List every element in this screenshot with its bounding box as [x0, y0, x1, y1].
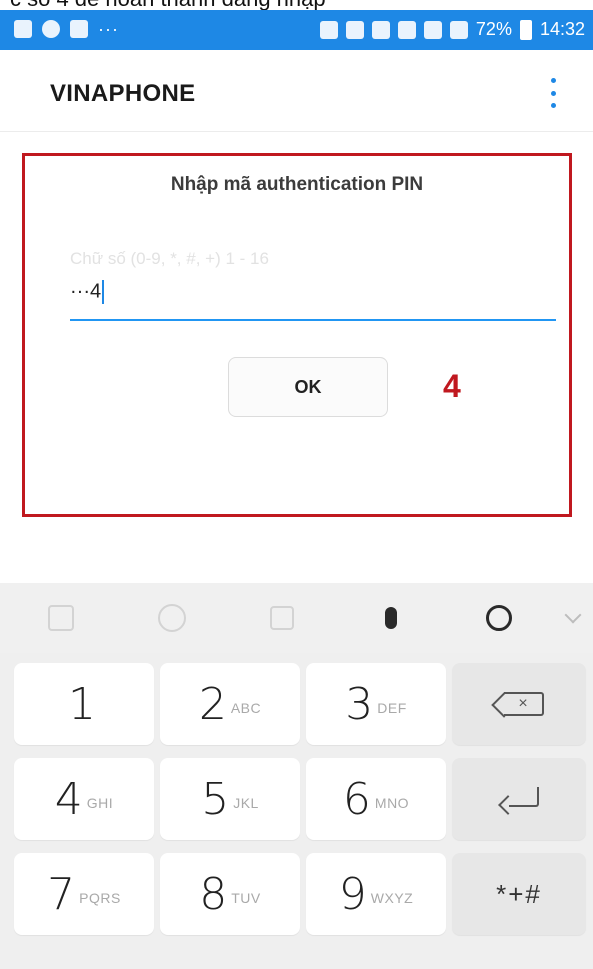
key-letters: DEF — [377, 700, 407, 716]
lock-icon — [319, 20, 338, 39]
caption-strip: c số 4 để hoàn thành đăng nhập — [0, 0, 593, 10]
screen-mirror-icon — [345, 20, 364, 39]
key-letters: MNO — [374, 795, 410, 811]
status-bar-left: ··· — [14, 20, 119, 38]
symbols-key[interactable]: *+# — [452, 853, 586, 935]
more-notifications-icon: ··· — [98, 19, 119, 39]
backspace-key[interactable]: × — [452, 663, 586, 745]
ok-button[interactable]: OK — [228, 357, 388, 417]
telegram-icon — [70, 20, 88, 38]
key-digit: 9 — [338, 868, 367, 920]
key-digit: 2 — [198, 678, 227, 730]
dialog-title: Nhập mã authentication PIN — [170, 174, 424, 195]
more-vert-icon[interactable] — [543, 78, 563, 108]
backspace-icon: × — [504, 692, 544, 716]
key-letters: ABC — [230, 700, 262, 716]
mute-icon — [371, 20, 390, 39]
battery-icon — [519, 19, 532, 40]
key-letters: TUV — [231, 890, 261, 906]
caption-text: c số 4 để hoàn thành đăng nhập — [10, 0, 326, 10]
signal-icon — [449, 20, 468, 39]
key-5[interactable]: 5 JKL — [160, 758, 300, 840]
gif-icon[interactable] — [265, 601, 299, 635]
step-marker: 4 — [443, 368, 461, 404]
key-4[interactable]: 4 GHI — [14, 758, 154, 840]
key-7[interactable]: 7 PQRS — [14, 853, 154, 935]
key-digit: 8 — [199, 868, 228, 920]
key-digit: 1 — [68, 678, 96, 730]
pin-value: ···4 — [70, 280, 102, 303]
key-letters: GHI — [86, 795, 114, 811]
pin-input-underline — [70, 319, 556, 321]
key-letters: PQRS — [79, 890, 121, 906]
microphone-icon[interactable] — [374, 601, 408, 635]
keyboard-toolbar — [0, 583, 593, 653]
key-digit: 3 — [345, 678, 374, 730]
wifi-icon — [423, 20, 442, 39]
clock: 14:32 — [539, 19, 585, 39]
emoji-icon[interactable] — [155, 601, 189, 635]
key-letters: WXYZ — [370, 890, 414, 906]
key-digit: 5 — [201, 773, 230, 825]
key-letters: JKL — [233, 795, 259, 811]
pin-input[interactable]: ···4 — [70, 280, 105, 304]
notification-icon — [14, 20, 32, 38]
key-2[interactable]: 2 ABC — [160, 663, 300, 745]
key-8[interactable]: 8 TUV — [160, 853, 300, 935]
sticker-icon[interactable] — [44, 601, 78, 635]
key-6[interactable]: 6 MNO — [306, 758, 446, 840]
key-9[interactable]: 9 WXYZ — [306, 853, 446, 935]
key-3[interactable]: 3 DEF — [306, 663, 446, 745]
status-bar: ··· 72% 14:32 — [0, 10, 593, 50]
nfc-icon — [397, 20, 416, 39]
enter-key[interactable] — [452, 758, 586, 840]
text-cursor — [102, 280, 105, 304]
key-digit: 4 — [54, 773, 83, 825]
key-1[interactable]: 1 — [14, 663, 154, 745]
status-bar-right: 72% 14:32 — [319, 19, 585, 40]
keyboard: 1 2 ABC 3 DEF × 4 GHI 5 JKL 6 MNO 7 PQRS… — [0, 583, 593, 969]
enter-icon — [499, 787, 539, 811]
key-digit: 6 — [342, 773, 371, 825]
key-digit: 7 — [47, 868, 76, 920]
app-bar: VINAPHONE — [0, 50, 593, 132]
pin-hint: Chữ số (0-9, *, #, +) 1 - 16 — [70, 249, 269, 268]
settings-icon[interactable] — [482, 601, 516, 635]
app-title: VINAPHONE — [50, 80, 196, 107]
battery-percent: 72% — [475, 19, 512, 39]
symbols-label: *+# — [496, 878, 542, 909]
chevron-down-icon[interactable] — [556, 601, 590, 635]
sync-icon — [42, 20, 60, 38]
pin-dialog: Nhập mã authentication PIN Chữ số (0-9, … — [22, 153, 572, 517]
